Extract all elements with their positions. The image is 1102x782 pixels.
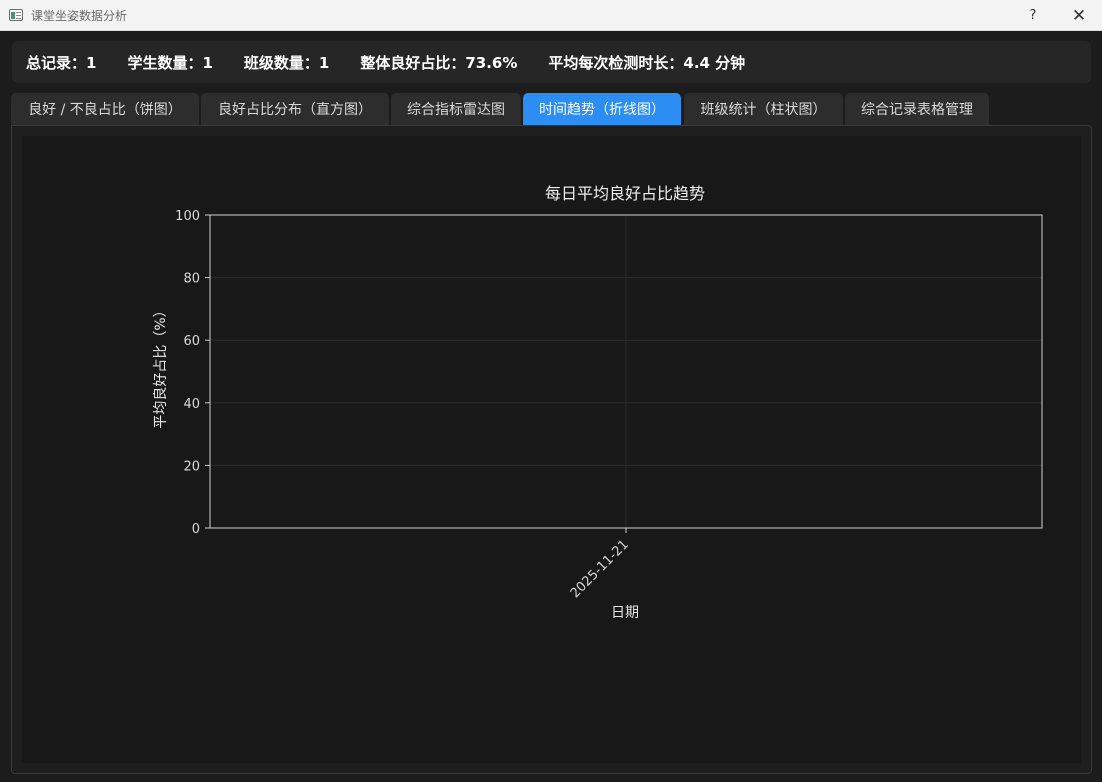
tab-class-bar-chart[interactable]: 班级统计（柱状图） [684, 93, 843, 125]
y-tick-label: 20 [183, 459, 200, 474]
summary-stats-bar: 总记录：1 学生数量：1 班级数量：1 整体良好占比：73.6% 平均每次检测时… [12, 41, 1091, 83]
window-title: 课堂坐姿数据分析 [31, 8, 128, 23]
y-tick-label: 80 [183, 272, 200, 287]
y-tick-label: 40 [183, 397, 200, 412]
stat-student-count: 学生数量：1 [127, 53, 213, 72]
y-axis-label: 平均良好占比（%） [153, 303, 169, 428]
stat-avg-duration: 平均每次检测时长：4.4 分钟 [548, 53, 746, 72]
tab-histogram[interactable]: 良好占比分布（直方图） [201, 93, 389, 125]
help-button[interactable]: ? [1010, 0, 1056, 31]
chart-title: 每日平均良好占比趋势 [545, 184, 705, 203]
chart-canvas: 每日平均良好占比趋势 日期 平均良好占比（%） 0 20 40 60 80 100 2025… [22, 136, 1081, 763]
y-tick-label: 100 [175, 209, 200, 224]
tab-records-table[interactable]: 综合记录表格管理 [845, 93, 989, 125]
trend-line-chart: 每日平均良好占比趋势 日期 平均良好占比（%） 0 20 40 60 80 100 2025… [153, 184, 1043, 621]
stat-good-ratio: 整体良好占比：73.6% [360, 53, 518, 72]
stat-class-count: 班级数量：1 [243, 53, 330, 72]
tab-time-trend[interactable]: 时间趋势（折线图） [523, 93, 681, 125]
stat-total-records: 总记录：1 [26, 53, 97, 72]
tab-radar-chart[interactable]: 综合指标雷达图 [391, 93, 521, 125]
tab-content-panel: 每日平均良好占比趋势 日期 平均良好占比（%） 0 20 40 60 80 100 2025… [11, 125, 1092, 774]
main-window: 总记录：1 学生数量：1 班级数量：1 整体良好占比：73.6% 平均每次检测时… [1, 31, 1101, 781]
app-icon [9, 9, 23, 21]
close-button[interactable]: ✕ [1056, 0, 1102, 31]
x-tick-label: 2025-11-21 [568, 537, 632, 601]
y-tick-label: 0 [192, 522, 200, 537]
x-axis-label: 日期 [611, 605, 639, 621]
tab-pie-chart[interactable]: 良好 / 不良占比（饼图） [11, 93, 199, 125]
y-tick-label: 60 [183, 334, 200, 349]
window-titlebar: 课堂坐姿数据分析 ? ✕ [0, 0, 1102, 31]
